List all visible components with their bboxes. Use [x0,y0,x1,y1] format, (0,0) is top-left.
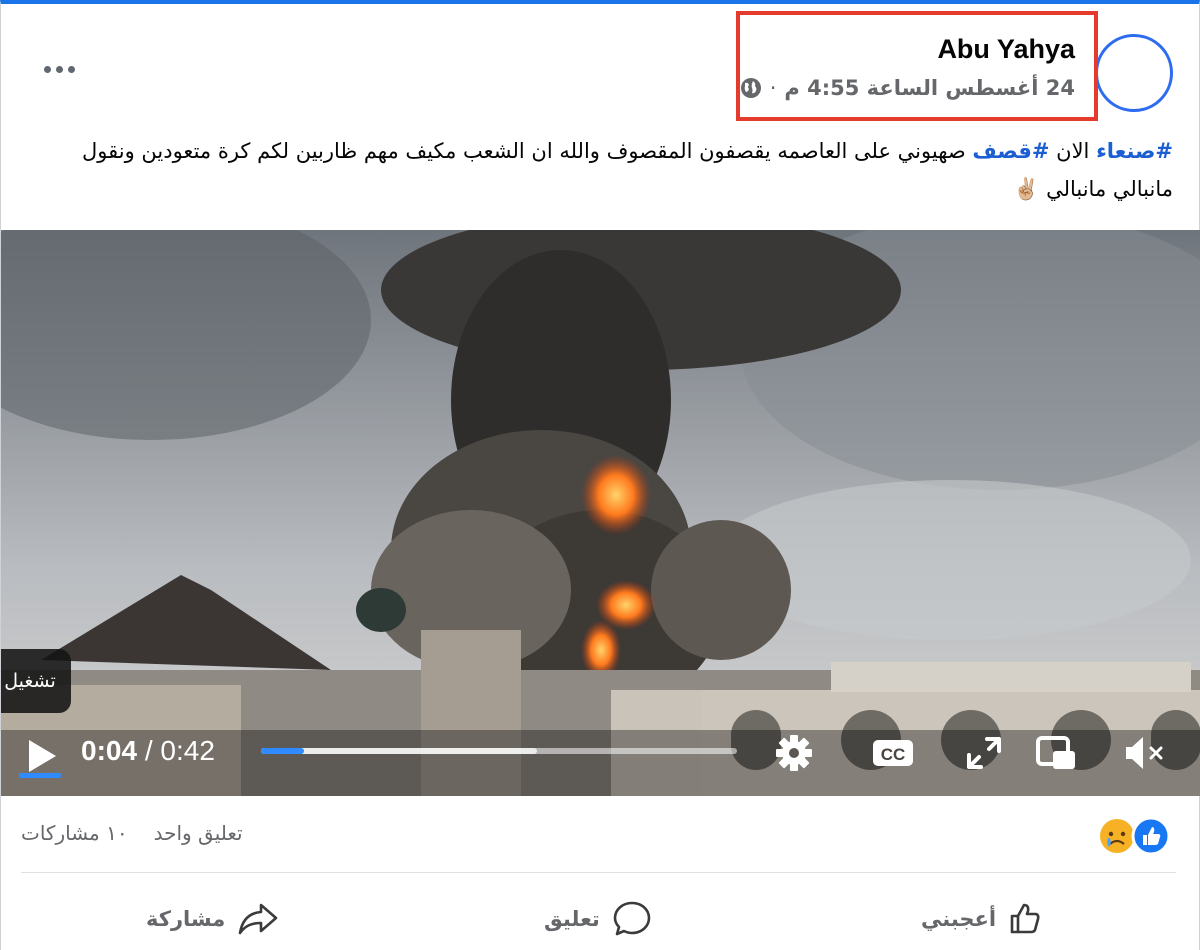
video-player[interactable]: تشغيل [1,230,1200,796]
more-icon-dot [43,65,51,73]
video-frame [1,230,1200,796]
video-controls: 0:04 / 0:42 CC [1,719,1200,789]
comment-label: تعليق [544,907,600,931]
like-reaction-icon [1131,816,1171,856]
post-stats: تعليق واحد ١٠ مشاركات [21,821,243,845]
comment-icon [613,901,651,936]
like-button[interactable]: أعجبني [921,894,1042,944]
progress-bar[interactable] [261,748,737,754]
shares-count[interactable]: ١٠ مشاركات [21,821,128,845]
post-text: #صنعاء الان #قصف صهيوني على العاصمه يقصف… [53,132,1173,208]
victory-hand-emoji: ✌🏼 [1013,177,1040,201]
play-tooltip: تشغيل [1,649,71,713]
hashtag-link[interactable]: #قصف [972,139,1049,163]
svg-text:CC: CC [881,745,906,764]
duration: 0:42 [160,735,215,766]
time-separator: / [137,735,161,766]
current-time: 0:04 [81,735,138,766]
more-icon-dot [67,65,75,73]
sad-reaction-icon [1100,819,1134,853]
divider [21,872,1176,873]
highlight-annotation-box [736,11,1098,121]
share-icon [238,903,278,935]
thumbs-up-icon [1010,903,1040,934]
progress-played [261,748,304,754]
volume-muted-icon[interactable] [1123,733,1165,773]
share-button[interactable]: مشاركة [146,894,279,944]
time-display: 0:04 / 0:42 [81,735,215,767]
cc-icon[interactable]: CC [872,733,914,773]
like-label: أعجبني [921,907,997,931]
fullscreen-icon[interactable] [963,733,1005,773]
gear-icon[interactable] [773,733,815,773]
play-focus-indicator [19,773,61,778]
comments-count[interactable]: تعليق واحد [154,821,243,845]
post-text-segment: الان [1049,139,1097,163]
hashtag-link[interactable]: #صنعاء [1096,139,1173,163]
reaction-summary[interactable] [1097,816,1173,856]
more-options-button[interactable] [39,56,79,82]
facebook-post: Abu Yahya 24 أغسطس الساعة 4:55 م · #صنعا… [0,0,1200,950]
picture-in-picture-icon[interactable] [1035,733,1077,773]
comment-button[interactable]: تعليق [544,894,652,944]
play-icon[interactable] [25,737,59,775]
share-label: مشاركة [146,907,226,931]
avatar[interactable] [1095,34,1173,112]
more-icon-dot [55,65,63,73]
